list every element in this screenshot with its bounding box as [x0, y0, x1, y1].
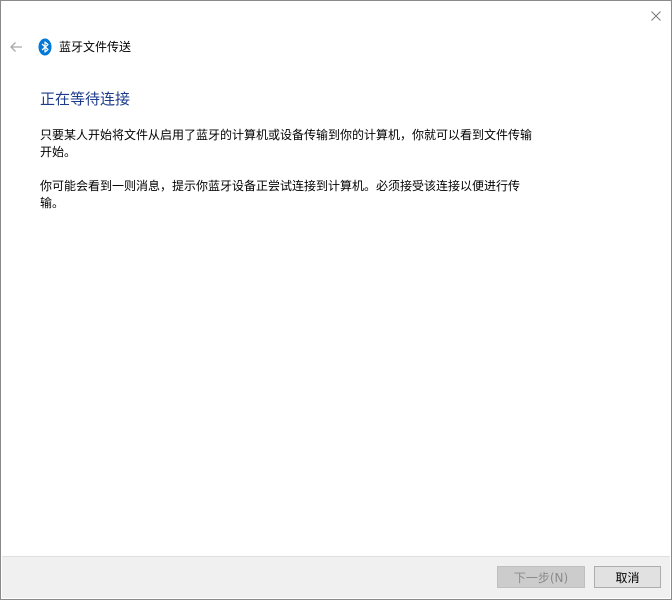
cancel-button[interactable]: 取消 — [594, 566, 661, 588]
connection-note-text: 你可能会看到一则消息，提示你蓝牙设备正尝试连接到计算机。必须接受该连接以便进行传… — [40, 179, 521, 210]
close-button[interactable] — [641, 1, 671, 31]
bluetooth-transfer-window: 蓝牙文件传送 正在等待连接 只要某人开始将文件从启用了蓝牙的计算机或设备传输到你… — [0, 0, 672, 600]
page-heading: 正在等待连接 — [40, 90, 131, 108]
instruction-text: 只要某人开始将文件从启用了蓝牙的计算机或设备传输到你的计算机，你就可以看到文件传… — [40, 128, 533, 159]
bluetooth-icon — [38, 38, 52, 56]
back-button[interactable] — [7, 38, 25, 56]
window-title: 蓝牙文件传送 — [59, 40, 132, 54]
next-button[interactable]: 下一步(N) — [497, 566, 585, 588]
button-bar: 下一步(N) 取消 — [2, 556, 670, 598]
back-arrow-icon — [10, 42, 22, 52]
close-icon — [651, 11, 661, 21]
